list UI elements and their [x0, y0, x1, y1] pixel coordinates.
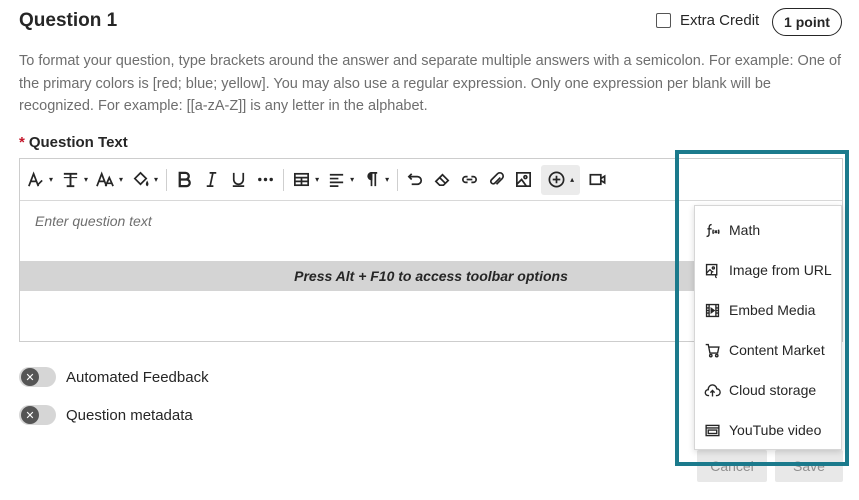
- menu-item-image-from-url[interactable]: Image from URL: [695, 250, 841, 290]
- toolbar-divider: [166, 168, 168, 191]
- fill-color-button[interactable]: ▾: [131, 165, 158, 195]
- table-button[interactable]: ▾: [292, 165, 319, 195]
- toolbar-divider: [397, 168, 399, 191]
- toggle-off-icon: ✕: [21, 406, 39, 424]
- menu-item-cloud-storage[interactable]: Cloud storage: [695, 370, 841, 410]
- extra-credit-checkbox[interactable]: [656, 13, 671, 28]
- question-text-label: * Question Text: [19, 134, 128, 151]
- undo-button[interactable]: [406, 165, 425, 195]
- attachment-button[interactable]: [487, 165, 506, 195]
- align-icon: [329, 173, 344, 188]
- align-button[interactable]: ▾: [327, 165, 354, 195]
- paragraph-icon: [367, 171, 378, 187]
- image-button[interactable]: [514, 165, 533, 195]
- font-size-button[interactable]: ▾: [96, 165, 123, 195]
- extra-credit-option[interactable]: Extra Credit: [656, 12, 759, 29]
- question-text-label-text: Question Text: [28, 134, 128, 151]
- italic-button[interactable]: [202, 165, 221, 195]
- text-style-icon: [28, 171, 43, 187]
- undo-icon: [407, 173, 423, 186]
- cloud-upload-icon: [704, 383, 721, 396]
- question-metadata-toggle-row[interactable]: ✕ Question metadata: [19, 405, 193, 425]
- more-icon: [258, 177, 273, 182]
- more-button[interactable]: [256, 165, 275, 195]
- menu-item-label: Content Market: [729, 342, 825, 358]
- embed-media-icon: [705, 303, 720, 317]
- bold-icon: [178, 171, 191, 188]
- clear-format-button[interactable]: [433, 165, 452, 195]
- menu-item-label: Embed Media: [729, 302, 816, 318]
- menu-item-math[interactable]: Math: [695, 210, 841, 250]
- image-icon: [516, 171, 532, 188]
- insert-content-button[interactable]: ▴: [541, 164, 581, 195]
- font-family-button[interactable]: ▾: [61, 165, 88, 195]
- required-marker: *: [19, 134, 25, 151]
- font-size-icon: [96, 171, 114, 187]
- menu-item-label: Cloud storage: [729, 382, 817, 398]
- video-icon: [589, 173, 606, 186]
- menu-item-label: Image from URL: [729, 262, 832, 278]
- cart-icon: [705, 343, 720, 357]
- paragraph-button[interactable]: ▾: [362, 165, 389, 195]
- math-icon: [706, 223, 720, 237]
- question-text-input[interactable]: Enter question text: [35, 213, 152, 229]
- toggle-off-icon: ✕: [21, 368, 39, 386]
- text-style-button[interactable]: ▾: [26, 165, 53, 195]
- menu-item-content-market[interactable]: Content Market: [695, 330, 841, 370]
- table-icon: [294, 172, 310, 187]
- italic-icon: [206, 171, 217, 188]
- insert-content-menu: Math Image from URL Embed Media Content …: [694, 205, 842, 450]
- points-button[interactable]: 1 point: [772, 8, 842, 36]
- extra-credit-label: Extra Credit: [680, 12, 760, 29]
- bold-button[interactable]: [175, 165, 194, 195]
- menu-item-label: YouTube video: [729, 422, 822, 438]
- automated-feedback-toggle-row[interactable]: ✕ Automated Feedback: [19, 367, 209, 387]
- automated-feedback-toggle[interactable]: ✕: [19, 367, 56, 387]
- underline-icon: [232, 172, 245, 188]
- youtube-icon: [705, 424, 720, 436]
- menu-item-youtube-video[interactable]: YouTube video: [695, 410, 841, 450]
- question-metadata-toggle[interactable]: ✕: [19, 405, 56, 425]
- video-button[interactable]: [588, 165, 607, 195]
- format-instructions: To format your question, type brackets a…: [19, 53, 842, 114]
- link-button[interactable]: [460, 165, 479, 195]
- underline-button[interactable]: [229, 165, 248, 195]
- insert-content-icon: [548, 171, 565, 188]
- fill-color-icon: [133, 171, 149, 187]
- automated-feedback-label: Automated Feedback: [66, 368, 209, 386]
- menu-item-embed-media[interactable]: Embed Media: [695, 290, 841, 330]
- question-metadata-label: Question metadata: [66, 406, 193, 424]
- toolbar-divider: [283, 168, 285, 191]
- link-icon: [462, 175, 478, 184]
- question-title: Question 1: [19, 10, 118, 31]
- menu-item-label: Math: [729, 222, 761, 238]
- font-family-icon: [63, 172, 78, 188]
- attachment-icon: [490, 171, 505, 185]
- image-url-icon: [705, 263, 718, 278]
- eraser-icon: [434, 173, 450, 187]
